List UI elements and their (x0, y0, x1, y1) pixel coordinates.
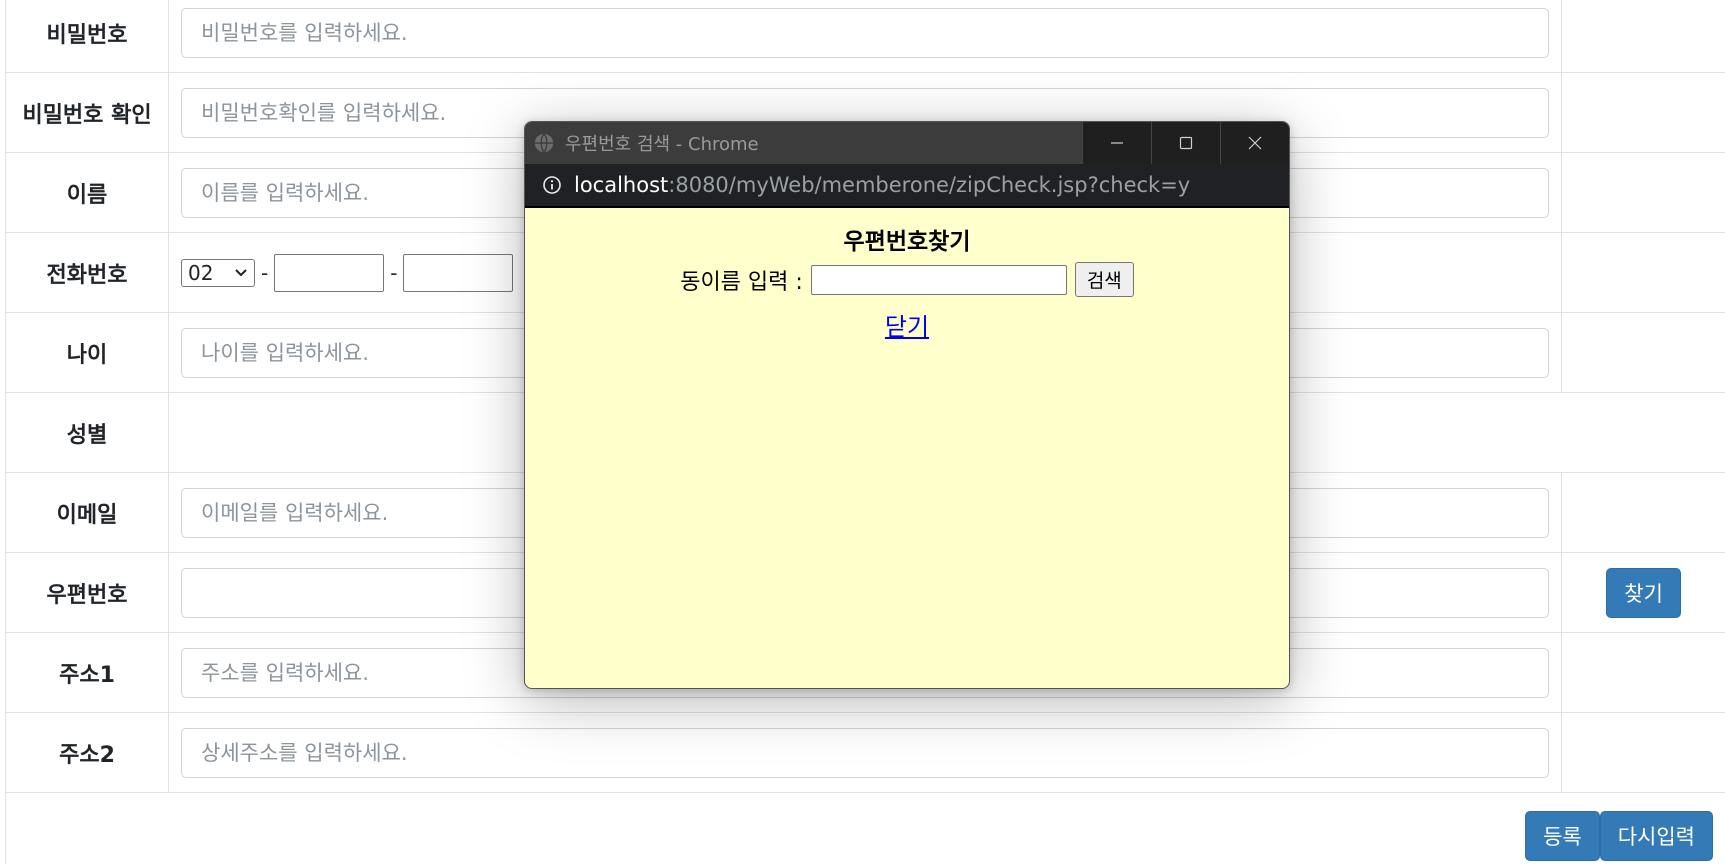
dong-search-input[interactable] (810, 264, 1067, 295)
popup-url: localhost:8080/myWeb/memberone/zipCheck.… (574, 173, 1190, 197)
popup-window-title: 우편번호 검색 - Chrome (565, 134, 759, 155)
zipcode-popup-window: 우편번호 검색 - Chrome localhost:8080/myWeb/me… (524, 121, 1290, 689)
zipcode-search-button[interactable]: 찾기 (1606, 567, 1681, 618)
reset-button[interactable]: 다시입력 (1599, 811, 1713, 861)
zipcode-label: 우편번호 (4, 552, 170, 633)
globe-icon (534, 133, 554, 153)
close-popup-link[interactable]: 닫기 (885, 307, 929, 342)
popup-address-bar[interactable]: localhost:8080/myWeb/memberone/zipCheck.… (525, 164, 1289, 208)
maximize-icon (1179, 136, 1193, 150)
form-row-address2: 주소2 상세주소를 입력하세요. (4, 712, 1725, 793)
password-label: 비밀번호 (4, 0, 170, 73)
close-icon (1248, 136, 1262, 150)
close-window-button[interactable] (1220, 122, 1289, 164)
popup-heading: 우편번호찾기 (843, 229, 971, 255)
popup-content: 우편번호찾기 동이름 입력 : 검색 닫기 (525, 222, 1289, 342)
gender-label: 성별 (4, 392, 170, 473)
age-label: 나이 (4, 312, 170, 393)
minimize-icon (1111, 142, 1123, 144)
popup-titlebar[interactable]: 우편번호 검색 - Chrome (525, 122, 1289, 164)
dong-search-row: 동이름 입력 : 검색 (525, 262, 1289, 297)
chevron-down-icon (235, 268, 247, 276)
phone-label: 전화번호 (4, 232, 170, 313)
area-code-value: 02 (188, 260, 214, 285)
password-confirm-label: 비밀번호 확인 (4, 72, 170, 153)
phone-middle-input[interactable] (274, 253, 385, 292)
password-input[interactable]: 비밀번호를 입력하세요. (181, 7, 1550, 58)
address2-input[interactable]: 상세주소를 입력하세요. (181, 727, 1550, 778)
dong-search-label: 동이름 입력 : (680, 269, 803, 295)
url-host: localhost (574, 173, 669, 197)
phone-dash: - (390, 260, 398, 285)
address2-label: 주소2 (4, 712, 170, 793)
form-row-password: 비밀번호 비밀번호를 입력하세요. (4, 0, 1725, 73)
submit-button[interactable]: 등록 (1525, 811, 1600, 861)
info-icon[interactable] (542, 175, 562, 195)
address1-label: 주소1 (4, 632, 170, 713)
footer-row-border (5, 783, 6, 864)
area-code-select[interactable]: 02 (181, 258, 256, 287)
form-actions: 등록 다시입력 (1525, 811, 1713, 861)
email-label: 이메일 (4, 472, 170, 553)
window-controls (1082, 122, 1289, 164)
dong-search-button[interactable]: 검색 (1074, 262, 1134, 297)
url-path: :8080/myWeb/memberone/zipCheck.jsp?check… (668, 173, 1191, 197)
phone-last-input[interactable] (403, 253, 514, 292)
member-join-page: 비밀번호 비밀번호를 입력하세요. 비밀번호 확인 비밀번호확인를 입력하세요.… (0, 0, 1725, 864)
name-label: 이름 (4, 152, 170, 233)
minimize-button[interactable] (1082, 122, 1151, 164)
maximize-button[interactable] (1151, 122, 1220, 164)
phone-dash: - (261, 260, 269, 285)
